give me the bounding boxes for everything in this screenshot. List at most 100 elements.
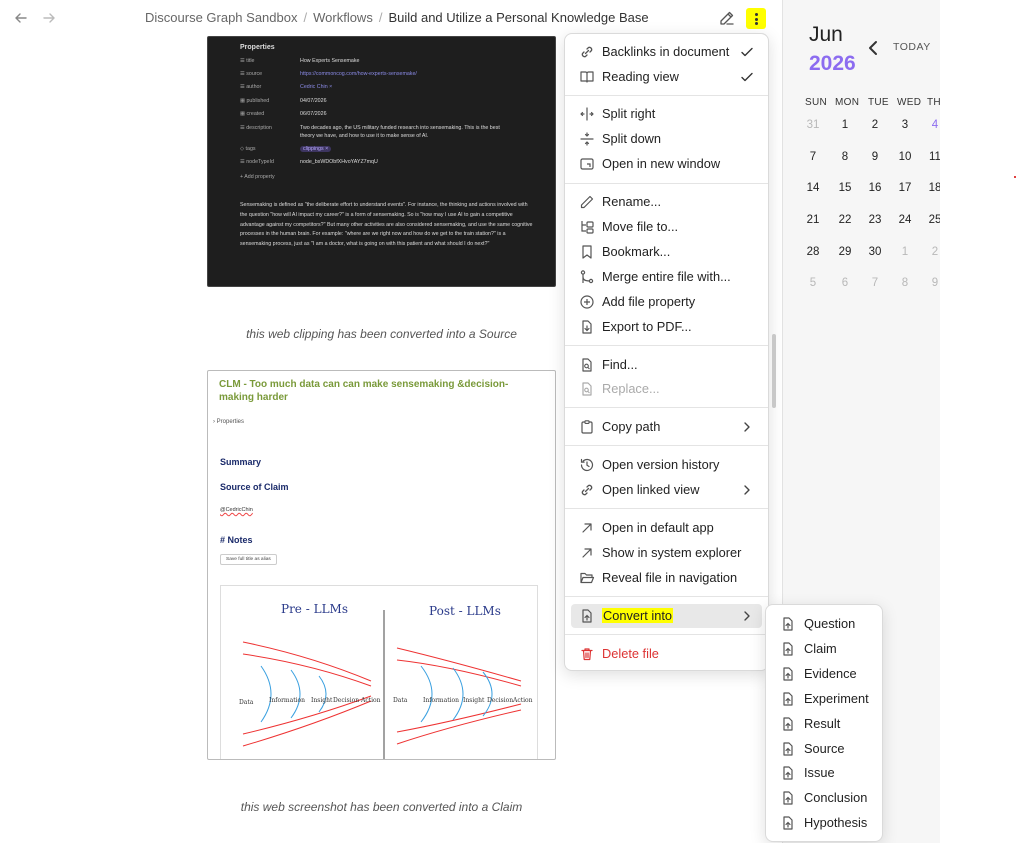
file-convert-icon <box>783 642 793 656</box>
menu-item-export-pdf[interactable]: Export to PDF... <box>571 315 762 339</box>
submenu-item-hypothesis[interactable]: Hypothesis <box>772 811 876 835</box>
calendar-day[interactable]: 15 <box>830 182 860 194</box>
file-convert-icon <box>783 716 793 731</box>
menu-item-delete-file[interactable]: Delete file <box>571 642 762 666</box>
menu-item-rename[interactable]: Rename... <box>571 190 762 214</box>
submenu-item-result[interactable]: Result <box>772 712 876 736</box>
submenu-item-question[interactable]: Question <box>772 612 876 636</box>
menu-item-label: Open in default app <box>602 520 714 535</box>
calendar-day[interactable]: 1 <box>830 119 860 131</box>
menu-item-split-right[interactable]: Split right <box>571 102 762 126</box>
menu-item-copy-path[interactable]: Copy path <box>571 415 762 439</box>
menu-item-reading-view[interactable]: Reading view <box>571 65 762 89</box>
calendar-day[interactable]: 29 <box>830 246 860 258</box>
submenu-item-issue[interactable]: Issue <box>772 761 876 785</box>
link-icon <box>581 46 593 58</box>
menu-item-merge[interactable]: Merge entire file with... <box>571 265 762 289</box>
calendar-day[interactable]: 3 <box>890 119 920 131</box>
weekday-sun: SUN <box>805 97 828 108</box>
calendar-day[interactable]: 17 <box>890 182 920 194</box>
author-mention: @CedricChin <box>220 507 253 513</box>
stage-label-decision: Decision <box>487 697 513 704</box>
calendar-day[interactable]: 6 <box>830 277 860 289</box>
calendar-day[interactable]: 7 <box>798 151 828 163</box>
right-pane-edge <box>940 0 1016 843</box>
menu-item-move-file[interactable]: Move file to... <box>571 215 762 239</box>
submenu-item-source[interactable]: Source <box>772 737 876 761</box>
menu-item-linked-view[interactable]: Open linked view <box>571 478 762 502</box>
breadcrumb-separator: / <box>303 10 308 25</box>
menu-item-split-down[interactable]: Split down <box>571 127 762 151</box>
breadcrumb-item-workflows[interactable]: Workflows <box>313 10 373 25</box>
calendar-day[interactable]: 10 <box>890 151 920 163</box>
calendar-day[interactable]: 31 <box>798 119 828 131</box>
submenu-item-claim[interactable]: Claim <box>772 637 876 661</box>
submenu-item-conclusion[interactable]: Conclusion <box>772 786 876 810</box>
clipping-paragraph: Sensemaking is defined as "the deliberat… <box>240 202 533 248</box>
header-bar: Discourse Graph Sandbox / Workflows / Build … <box>0 0 782 36</box>
calendar-day[interactable]: 2 <box>860 119 890 131</box>
breadcrumb: Discourse Graph Sandbox / Workflows / Build … <box>145 10 649 25</box>
calendar-day[interactable]: 8 <box>830 151 860 163</box>
stage-label-decision: Decision <box>333 697 359 704</box>
calendar-day[interactable]: 30 <box>860 246 890 258</box>
menu-item-version-history[interactable]: Open version history <box>571 453 762 477</box>
menu-item-reveal-navigation[interactable]: Reveal file in navigation <box>571 566 762 590</box>
breadcrumb-item-sandbox[interactable]: Discourse Graph Sandbox <box>145 10 297 25</box>
submenu-item-label: Issue <box>804 765 835 781</box>
menu-item-backlinks[interactable]: Backlinks in document <box>571 40 762 64</box>
calendar-day[interactable]: 28 <box>798 246 828 258</box>
calendar-day[interactable]: 5 <box>798 277 828 289</box>
property-row: ▦ created 06/07/2026 <box>240 111 327 117</box>
menu-item-label: Split right <box>602 106 656 121</box>
menu-item-find[interactable]: Find... <box>571 353 762 377</box>
window-icon <box>580 158 594 170</box>
back-button[interactable] <box>12 9 30 27</box>
menu-item-default-app[interactable]: Open in default app <box>571 516 762 540</box>
weekday-mon: MON <box>835 97 860 108</box>
file-search-icon <box>582 358 592 372</box>
submenu-item-evidence[interactable]: Evidence <box>772 662 876 686</box>
menu-item-open-new-window[interactable]: Open in new window <box>571 152 762 176</box>
menu-item-label: Bookmark... <box>602 244 671 259</box>
calendar-day[interactable]: 9 <box>860 151 890 163</box>
submenu-item-label: Hypothesis <box>804 815 868 831</box>
web-clipping-image: Properties ☰ title How Experts Sensemake … <box>207 36 556 287</box>
summary-heading: Summary <box>220 457 262 467</box>
calendar-day[interactable]: 23 <box>860 214 890 226</box>
calendar-day[interactable]: 22 <box>830 214 860 226</box>
submenu-item-experiment[interactable]: Experiment <box>772 687 876 711</box>
file-convert-icon <box>783 692 793 706</box>
previous-month-button[interactable] <box>867 38 879 58</box>
today-button[interactable]: TODAY <box>893 41 931 53</box>
calendar-day[interactable]: 14 <box>798 182 828 194</box>
weekday-thu: TH <box>927 97 941 108</box>
menu-scrollbar[interactable] <box>772 334 776 408</box>
forward-button[interactable] <box>40 9 58 27</box>
more-options-button[interactable] <box>746 8 766 29</box>
calendar-day[interactable]: 8 <box>890 277 920 289</box>
calendar-day[interactable]: 21 <box>798 214 828 226</box>
menu-item-add-property[interactable]: Add file property <box>571 290 762 314</box>
convert-submenu: Question Claim Evidence Experiment Result Sou… <box>765 604 883 842</box>
property-row: ◇ tags clippings × <box>240 146 540 152</box>
link-icon <box>581 484 593 496</box>
check-icon <box>741 47 753 57</box>
menu-item-convert-into[interactable]: Convert into <box>571 604 762 628</box>
menu-item-label: Show in system explorer <box>602 545 742 560</box>
history-icon <box>580 458 594 472</box>
menu-item-bookmark[interactable]: Bookmark... <box>571 240 762 264</box>
menu-item-system-explorer[interactable]: Show in system explorer <box>571 541 762 565</box>
chevron-left-icon <box>869 41 877 55</box>
properties-toggle: › Properties <box>213 419 245 425</box>
edit-mode-button[interactable] <box>718 9 736 27</box>
web-screenshot-image: CLM - Too much data can can make sensema… <box>207 370 556 760</box>
weekday-wed: WED <box>897 97 922 108</box>
calendar-day[interactable]: 16 <box>860 182 890 194</box>
breadcrumb-current[interactable]: Build and Utilize a Personal Knowledge B… <box>388 10 648 25</box>
calendar-day[interactable]: 1 <box>890 246 920 258</box>
menu-item-label: Open in new window <box>602 156 721 171</box>
stage-label-action: Action <box>360 697 381 704</box>
calendar-day[interactable]: 24 <box>890 214 920 226</box>
calendar-day[interactable]: 7 <box>860 277 890 289</box>
